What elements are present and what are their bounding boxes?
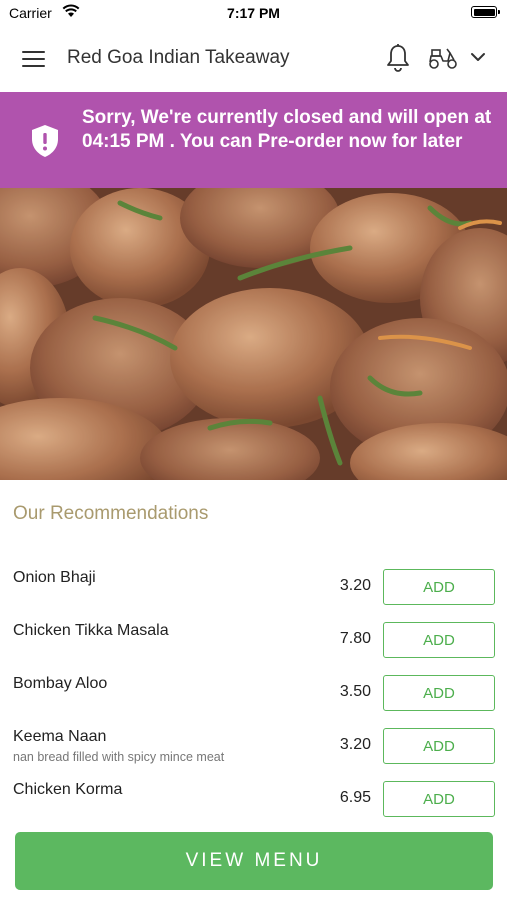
item-name: Chicken Korma — [13, 781, 123, 798]
view-menu-button[interactable]: VIEW MENU — [15, 832, 493, 890]
app-header: Red Goa Indian Takeaway — [0, 28, 507, 92]
clock: 7:17 PM — [227, 5, 280, 21]
item-name: Bombay Aloo — [13, 675, 108, 692]
chevron-down-icon[interactable] — [470, 50, 486, 68]
shield-alert-icon — [30, 124, 60, 163]
add-button[interactable]: ADD — [383, 728, 495, 764]
add-button[interactable]: ADD — [383, 781, 495, 817]
hero-image — [0, 188, 507, 480]
item-name: Onion Bhaji — [13, 569, 96, 586]
list-item: Onion Bhaji 3.20 ADD — [0, 569, 507, 619]
item-name: Chicken Tikka Masala — [13, 622, 169, 639]
menu-icon[interactable] — [22, 51, 45, 69]
status-bar: Carrier 7:17 PM — [0, 0, 507, 28]
list-item: Bombay Aloo 3.50 ADD — [0, 675, 507, 725]
add-button[interactable]: ADD — [383, 622, 495, 658]
page-title: Red Goa Indian Takeaway — [67, 47, 290, 68]
list-item: Chicken Korma 6.95 ADD — [0, 781, 507, 831]
item-name: Keema Naan — [13, 728, 107, 745]
battery-icon — [471, 6, 500, 18]
closed-banner: Sorry, We're currently closed and will o… — [0, 92, 507, 188]
item-price: 7.80 — [339, 630, 371, 647]
add-button[interactable]: ADD — [383, 569, 495, 605]
list-item: Chicken Tikka Masala 7.80 ADD — [0, 622, 507, 672]
item-price: 3.20 — [339, 736, 371, 753]
list-item: Keema Naan nan bread filled with spicy m… — [0, 728, 507, 778]
add-button[interactable]: ADD — [383, 675, 495, 711]
scooter-icon[interactable] — [427, 45, 459, 76]
item-price: 3.20 — [339, 577, 371, 594]
item-description: nan bread filled with spicy mince meat — [13, 750, 225, 764]
recommendations-title: Our Recommendations — [13, 503, 209, 524]
item-price: 6.95 — [339, 789, 371, 806]
closed-message: Sorry, We're currently closed and will o… — [82, 107, 492, 152]
bell-icon[interactable] — [385, 43, 411, 78]
item-price: 3.50 — [339, 683, 371, 700]
